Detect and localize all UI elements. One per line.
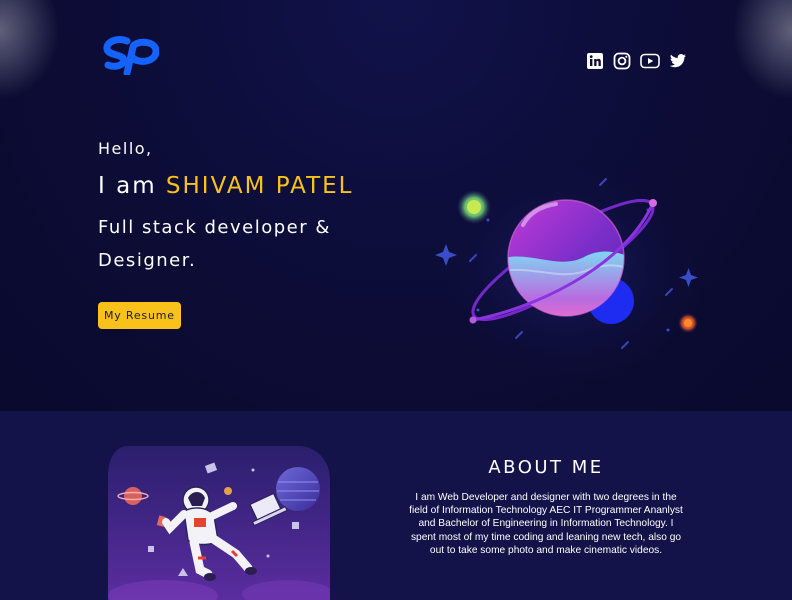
about-description: I am Web Developer and designer with two… <box>409 492 683 556</box>
name-highlight: SHIVAM PATEL <box>165 173 354 199</box>
social-links <box>586 52 687 70</box>
planet-illustration <box>428 160 708 385</box>
twitter-icon[interactable] <box>669 52 687 70</box>
resume-button[interactable]: My Resume <box>98 302 181 329</box>
corner-glow <box>0 0 60 100</box>
corner-glow <box>732 0 792 100</box>
sp-logo[interactable] <box>103 33 159 75</box>
role-text: Full stack developer & Designer. <box>98 217 331 271</box>
instagram-icon[interactable] <box>613 52 631 70</box>
intro-prefix: I am <box>98 173 166 199</box>
about-section: ABOUT ME I am Web Developer and designer… <box>0 411 792 600</box>
linkedin-icon[interactable] <box>586 52 604 70</box>
greeting-text: Hello, <box>98 139 153 158</box>
astronaut-illustration <box>108 446 330 600</box>
hero-section: Hello, I am SHIVAM PATEL Full stack deve… <box>0 0 792 411</box>
intro-heading: I am SHIVAM PATEL <box>98 173 353 199</box>
youtube-icon[interactable] <box>640 52 660 70</box>
about-title: ABOUT ME <box>488 457 604 478</box>
